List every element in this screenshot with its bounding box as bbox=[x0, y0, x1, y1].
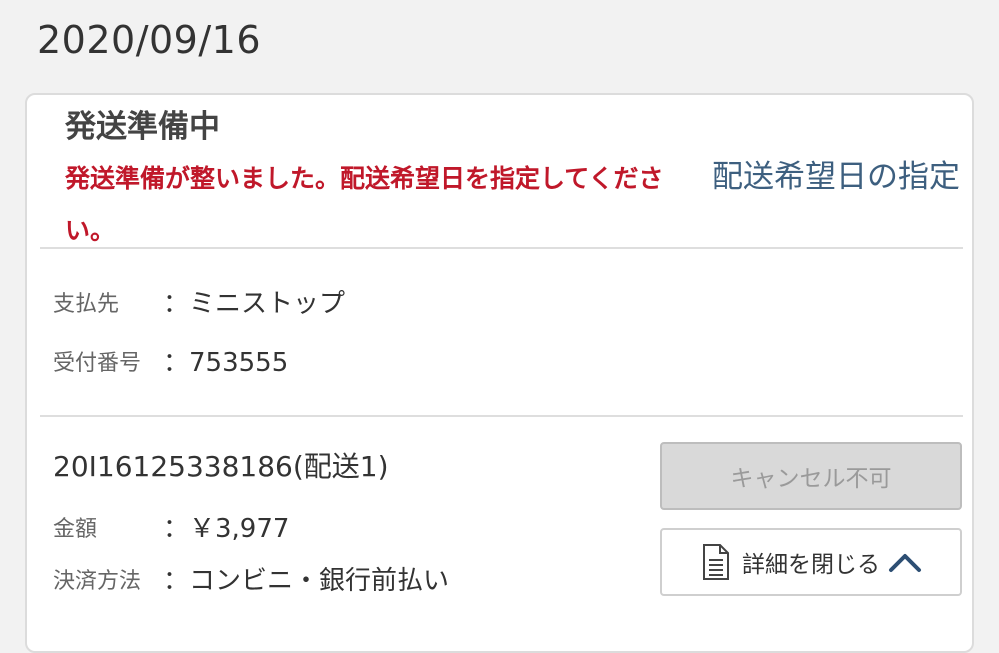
status-title: 発送準備中 bbox=[65, 109, 220, 145]
chevron-up-icon bbox=[888, 551, 922, 573]
receipt-number-row: 受付番号 ：753555 bbox=[53, 342, 288, 379]
document-list-icon bbox=[700, 543, 732, 581]
payment-method-value: ：コンビニ・銀行前払い bbox=[163, 566, 450, 596]
payee-row: 支払先 ：ミニストップ bbox=[53, 283, 345, 320]
delivery-date-link[interactable]: 配送希望日の指定 bbox=[712, 151, 960, 196]
divider bbox=[40, 415, 963, 417]
payment-method-row: 決済方法 ：コンビニ・銀行前払い bbox=[53, 560, 449, 597]
close-details-button[interactable]: 詳細を閉じる bbox=[660, 528, 962, 596]
receipt-number-label: 受付番号 bbox=[53, 350, 142, 376]
cancel-button-label: キャンセル不可 bbox=[730, 466, 892, 492]
payee-label: 支払先 bbox=[53, 291, 120, 317]
order-date: 2020/09/16 bbox=[37, 18, 262, 62]
payment-method-label: 決済方法 bbox=[53, 568, 142, 594]
status-message: 発送準備が整いました。配送希望日を指定してください。 bbox=[65, 164, 664, 245]
amount-label: 金額 bbox=[53, 516, 98, 542]
order-card: 発送準備中 発送準備が整いました。配送希望日を指定してください。 配送希望日の指… bbox=[25, 93, 974, 653]
order-id: 20I16125338186(配送1) bbox=[53, 450, 389, 483]
close-details-label: 詳細を閉じる bbox=[742, 552, 880, 578]
payee-value: ：ミニストップ bbox=[163, 289, 346, 319]
amount-value: ：￥3,977 bbox=[163, 514, 290, 544]
divider bbox=[40, 247, 963, 249]
cancel-disabled-button: キャンセル不可 bbox=[660, 442, 962, 510]
amount-row: 金額 ：￥3,977 bbox=[53, 508, 289, 545]
receipt-number-value: ：753555 bbox=[163, 348, 289, 378]
